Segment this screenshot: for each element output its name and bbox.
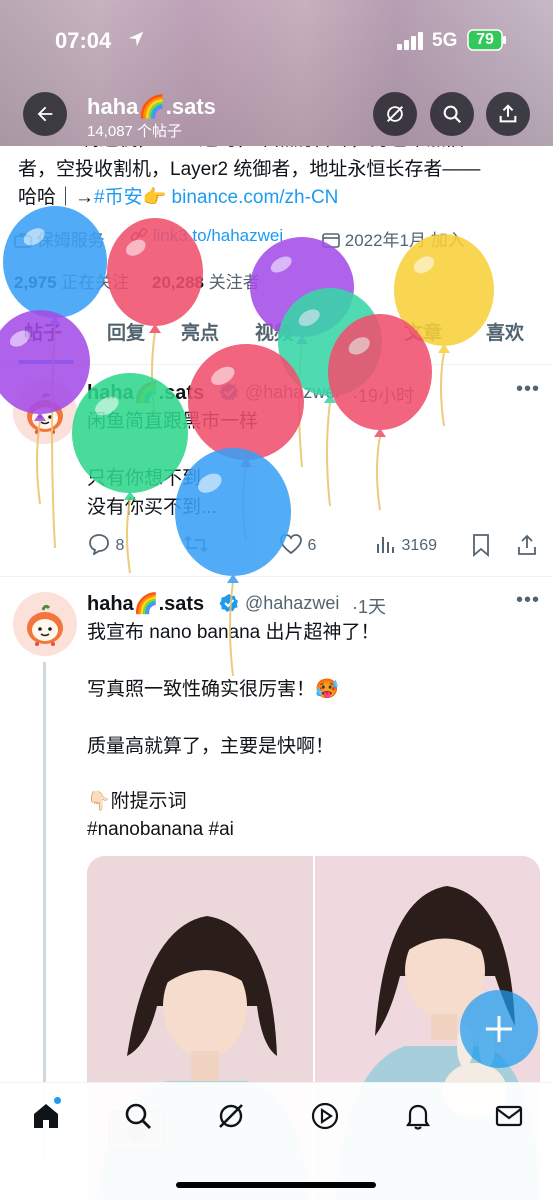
post-text-line: 质量高就算了，主要是快啊！ [87, 736, 335, 757]
heart-icon [280, 534, 302, 555]
plus-icon [486, 1016, 512, 1042]
reply-icon [89, 534, 109, 556]
post-more-icon[interactable]: ••• [516, 378, 540, 401]
post-text-line: 只有你想不到 [87, 468, 202, 489]
share-button[interactable] [486, 92, 530, 136]
cartoon-avatar-icon [13, 380, 77, 444]
post-share-icon[interactable] [515, 533, 539, 557]
tab-articles[interactable]: 文章 [404, 318, 442, 345]
balloon [250, 237, 354, 468]
tab-replies[interactable]: 回复 [107, 318, 145, 345]
followers-label: 关注者 [208, 273, 260, 292]
calendar-icon [322, 233, 340, 248]
arrow-left-icon [37, 106, 53, 122]
compose-post-button[interactable] [460, 990, 538, 1068]
link-icon [130, 228, 148, 241]
post-text-line: 闲鱼简直跟黑市一样 [87, 411, 259, 432]
pointing-emoji: 👉 [142, 187, 167, 208]
post-more-icon[interactable]: ••• [516, 589, 540, 612]
post-text-line: 写真照一致性确实很厉害！🥵 [87, 679, 339, 700]
cartoon-avatar-icon [13, 592, 77, 656]
home-indicator-bar [176, 1182, 376, 1188]
status-time: 07:04 [55, 28, 112, 53]
home-icon[interactable] [30, 1100, 62, 1132]
search-button[interactable] [430, 92, 474, 136]
bio-hashtag-link[interactable]: #币安 [94, 187, 143, 208]
profile-joined-text: 2022年1月 加入 [344, 231, 465, 250]
followers-count: 20,288 [152, 273, 204, 292]
post-text-line: 没有你买不到... [87, 497, 217, 518]
cellular-signal-icon [397, 32, 423, 50]
tab-highlights[interactable]: 亮点 [181, 318, 219, 345]
back-button[interactable] [23, 92, 67, 136]
post-handle: @hahazwei [245, 593, 340, 613]
header-profile-name: haha🌈.sats [87, 94, 216, 119]
post-avatar[interactable] [13, 380, 77, 444]
reply-count: 8 [115, 537, 125, 554]
post-divider [0, 576, 553, 577]
profile-website[interactable]: link3.to/hahazwei [130, 226, 283, 246]
tab-likes[interactable]: 喜欢 [486, 318, 524, 345]
post-text-line: 我宣布 nano banana 出片超神了！ [87, 622, 380, 643]
grok-icon [386, 105, 404, 123]
header-post-count: 14,087 个帖子 [87, 123, 183, 140]
bookmark-icon[interactable] [470, 533, 492, 557]
repost-button[interactable] [183, 533, 209, 555]
verified-badge-icon [219, 594, 238, 612]
post-author-name[interactable]: haha🌈.sats [87, 380, 204, 405]
followers-stat[interactable]: 20,288 关注者 [152, 268, 260, 293]
battery-level: 79 [476, 31, 494, 48]
views-button[interactable]: 3169 [375, 533, 437, 555]
post-text-line: 👇🏻附提示词 [87, 791, 187, 812]
verified-badge-icon [219, 383, 238, 401]
search-icon[interactable] [122, 1100, 154, 1132]
post-handle: @hahazwei [245, 382, 340, 402]
share-icon [499, 104, 517, 123]
post-time: ·1天 [352, 597, 387, 617]
tab-videos[interactable]: 视频 [255, 318, 293, 345]
post-avatar[interactable] [13, 592, 77, 656]
reply-button[interactable]: 8 [87, 533, 125, 556]
profile-joined: 2022年1月 加入 [322, 226, 465, 251]
views-chart-icon [377, 537, 394, 553]
bio-website-link[interactable]: binance.com/zh-CN [172, 187, 339, 208]
network-type: 5G [432, 30, 458, 51]
profile-category: 保姆服务 [14, 226, 105, 251]
post-hashtags[interactable]: #nanobanana #ai [87, 816, 234, 844]
following-count: 2,975 [14, 273, 57, 292]
grok-button[interactable] [373, 92, 417, 136]
bio-prefix: 哈哈｜→ [18, 187, 95, 208]
bell-icon[interactable] [402, 1100, 434, 1132]
post-author-name[interactable]: haha🌈.sats [87, 591, 204, 616]
profile-category-text: 保姆服务 [36, 231, 105, 250]
following-stat[interactable]: 2,975 正在关注 [14, 268, 129, 293]
post-time: ·19小时 [352, 386, 415, 406]
tab-posts[interactable]: 帖子 [24, 318, 62, 345]
home-notification-dot [54, 1097, 61, 1104]
bio-line-2: 者，空投收割机，Layer2 统御者，地址永恒长存者—— [18, 159, 481, 180]
repost-icon [184, 535, 208, 553]
search-icon [443, 105, 462, 124]
bio-line-3: 哈哈｜→#币安👉 binance.com/zh-CN [18, 184, 338, 212]
profile-website-text[interactable]: link3.to/hahazwei [153, 226, 283, 245]
location-arrow-icon [128, 31, 144, 47]
tabs-divider [0, 364, 553, 365]
briefcase-icon [14, 233, 32, 248]
like-button[interactable]: 6 [279, 533, 316, 555]
view-count: 3169 [401, 537, 438, 554]
video-icon[interactable] [309, 1100, 341, 1132]
like-count: 6 [307, 537, 317, 554]
following-label: 正在关注 [61, 273, 130, 292]
grok-icon[interactable] [215, 1100, 247, 1132]
mail-icon[interactable] [493, 1100, 525, 1132]
